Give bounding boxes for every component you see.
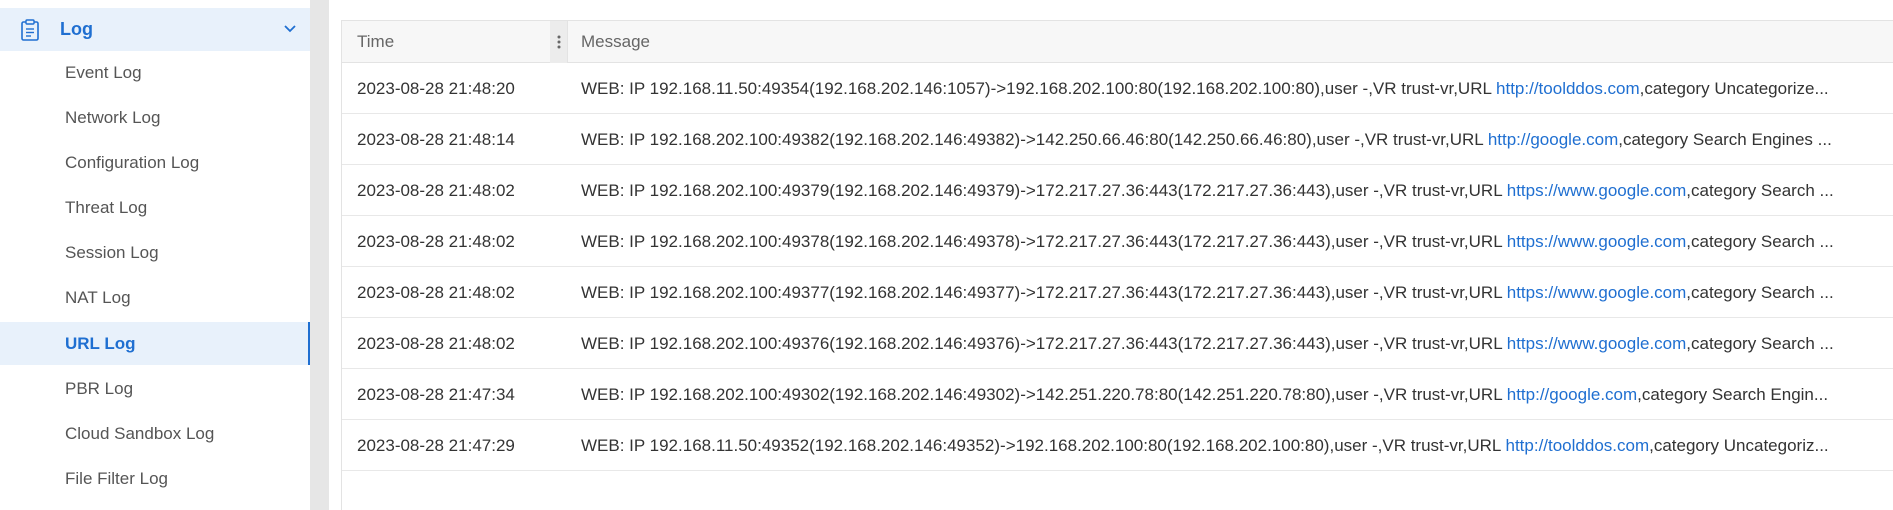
message-text: WEB: IP 192.168.202.100:49377(192.168.20…	[581, 282, 1507, 302]
message-text: WEB: IP 192.168.202.100:49382(192.168.20…	[581, 129, 1488, 149]
sidebar-item-session-log[interactable]: Session Log	[0, 231, 310, 274]
log-content: Time Message 2023-08-28 21:48:20 WEB: IP…	[329, 0, 1893, 510]
message-tail: ,category Search ...	[1686, 333, 1834, 353]
message-tail: ,category Search Engines ...	[1618, 129, 1832, 149]
cell-time: 2023-08-28 21:48:02	[357, 333, 515, 353]
sidebar-item-event-log[interactable]: Event Log	[0, 51, 310, 94]
sidebar-item-label: Threat Log	[65, 197, 148, 217]
table-row[interactable]: 2023-08-28 21:48:02 WEB: IP 192.168.202.…	[342, 267, 1893, 318]
url-link[interactable]: https://www.google.com	[1507, 334, 1687, 354]
message-tail: ,category Search Engin...	[1637, 384, 1829, 404]
sidebar-group-label: Log	[60, 19, 93, 39]
message-text: WEB: IP 192.168.202.100:49379(192.168.20…	[581, 180, 1507, 200]
sidebar: Log Event Log Network Log Configuration …	[0, 0, 310, 510]
cell-time: 2023-08-28 21:48:02	[357, 231, 515, 251]
message-tail: ,category Uncategoriz...	[1649, 435, 1829, 455]
sidebar-item-label: File Filter Log	[65, 468, 168, 488]
sidebar-item-threat-log[interactable]: Threat Log	[0, 186, 310, 229]
url-link[interactable]: https://www.google.com	[1507, 232, 1687, 252]
column-resize-handle[interactable]	[550, 21, 568, 63]
cell-message: WEB: IP 192.168.11.50:49352(192.168.202.…	[581, 420, 1881, 471]
cell-time: 2023-08-28 21:48:02	[357, 180, 515, 200]
sidebar-item-label: Cloud Sandbox Log	[65, 423, 215, 443]
sidebar-item-label: Event Log	[65, 62, 142, 82]
clipboard-icon	[21, 19, 39, 41]
url-link[interactable]: http://toolddos.com	[1496, 79, 1640, 99]
message-tail: ,category Uncategorize...	[1639, 78, 1829, 98]
cell-time: 2023-08-28 21:47:34	[357, 384, 515, 404]
sidebar-item-url-log[interactable]: URL Log	[0, 322, 310, 365]
cell-time: 2023-08-28 21:48:14	[357, 129, 515, 149]
message-text: WEB: IP 192.168.202.100:49378(192.168.20…	[581, 231, 1507, 251]
url-link[interactable]: http://toolddos.com	[1505, 436, 1649, 456]
sidebar-resize-gutter[interactable]	[310, 0, 329, 510]
cell-message: WEB: IP 192.168.202.100:49379(192.168.20…	[581, 165, 1881, 216]
sidebar-item-label: Configuration Log	[65, 152, 200, 172]
sidebar-item-pbr-log[interactable]: PBR Log	[0, 367, 310, 410]
sidebar-item-label: Network Log	[65, 107, 161, 127]
message-tail: ,category Search ...	[1686, 282, 1834, 302]
table-header: Time Message	[342, 21, 1893, 63]
url-link[interactable]: http://google.com	[1488, 130, 1618, 150]
sidebar-group-log[interactable]: Log	[0, 8, 310, 51]
message-tail: ,category Search ...	[1686, 180, 1834, 200]
sidebar-item-label: NAT Log	[65, 287, 131, 307]
cell-message: WEB: IP 192.168.202.100:49302(192.168.20…	[581, 369, 1881, 420]
message-tail: ,category Search ...	[1686, 231, 1834, 251]
table-row[interactable]: 2023-08-28 21:48:14 WEB: IP 192.168.202.…	[342, 114, 1893, 165]
sidebar-item-file-filter-log[interactable]: File Filter Log	[0, 457, 310, 500]
table-row[interactable]: 2023-08-28 21:48:02 WEB: IP 192.168.202.…	[342, 216, 1893, 267]
sidebar-item-configuration-log[interactable]: Configuration Log	[0, 141, 310, 184]
message-text: WEB: IP 192.168.11.50:49352(192.168.202.…	[581, 435, 1506, 455]
message-text: WEB: IP 192.168.202.100:49302(192.168.20…	[581, 384, 1507, 404]
vertical-dots-icon	[557, 35, 560, 49]
sidebar-item-label: PBR Log	[65, 378, 134, 398]
table-row[interactable]: 2023-08-28 21:48:02 WEB: IP 192.168.202.…	[342, 165, 1893, 216]
sidebar-item-cloud-sandbox-log[interactable]: Cloud Sandbox Log	[0, 412, 310, 455]
message-text: WEB: IP 192.168.11.50:49354(192.168.202.…	[581, 78, 1497, 98]
cell-time: 2023-08-28 21:47:29	[357, 435, 515, 455]
url-log-table: Time Message 2023-08-28 21:48:20 WEB: IP…	[341, 20, 1893, 510]
table-row[interactable]: 2023-08-28 21:48:02 WEB: IP 192.168.202.…	[342, 318, 1893, 369]
cell-time: 2023-08-28 21:48:20	[357, 78, 515, 98]
table-row[interactable]: 2023-08-28 21:47:29 WEB: IP 192.168.11.5…	[342, 420, 1893, 471]
cell-message: WEB: IP 192.168.202.100:49376(192.168.20…	[581, 318, 1881, 369]
table-row[interactable]: 2023-08-28 21:47:34 WEB: IP 192.168.202.…	[342, 369, 1893, 420]
chevron-down-icon[interactable]	[282, 23, 298, 35]
cell-message: WEB: IP 192.168.202.100:49378(192.168.20…	[581, 216, 1881, 267]
message-text: WEB: IP 192.168.202.100:49376(192.168.20…	[581, 333, 1507, 353]
cell-message: WEB: IP 192.168.11.50:49354(192.168.202.…	[581, 63, 1881, 114]
cell-time: 2023-08-28 21:48:02	[357, 282, 515, 302]
sidebar-item-label: URL Log	[65, 333, 136, 353]
url-link[interactable]: http://google.com	[1507, 385, 1637, 405]
column-header-time[interactable]: Time	[357, 21, 394, 63]
column-header-message[interactable]: Message	[581, 21, 650, 63]
cell-message: WEB: IP 192.168.202.100:49377(192.168.20…	[581, 267, 1881, 318]
url-link[interactable]: https://www.google.com	[1507, 283, 1687, 303]
sidebar-item-nat-log[interactable]: NAT Log	[0, 276, 310, 319]
sidebar-item-network-log[interactable]: Network Log	[0, 96, 310, 139]
cell-message: WEB: IP 192.168.202.100:49382(192.168.20…	[581, 114, 1881, 165]
table-row[interactable]: 2023-08-28 21:48:20 WEB: IP 192.168.11.5…	[342, 63, 1893, 114]
sidebar-item-label: Session Log	[65, 242, 159, 262]
url-link[interactable]: https://www.google.com	[1507, 181, 1687, 201]
